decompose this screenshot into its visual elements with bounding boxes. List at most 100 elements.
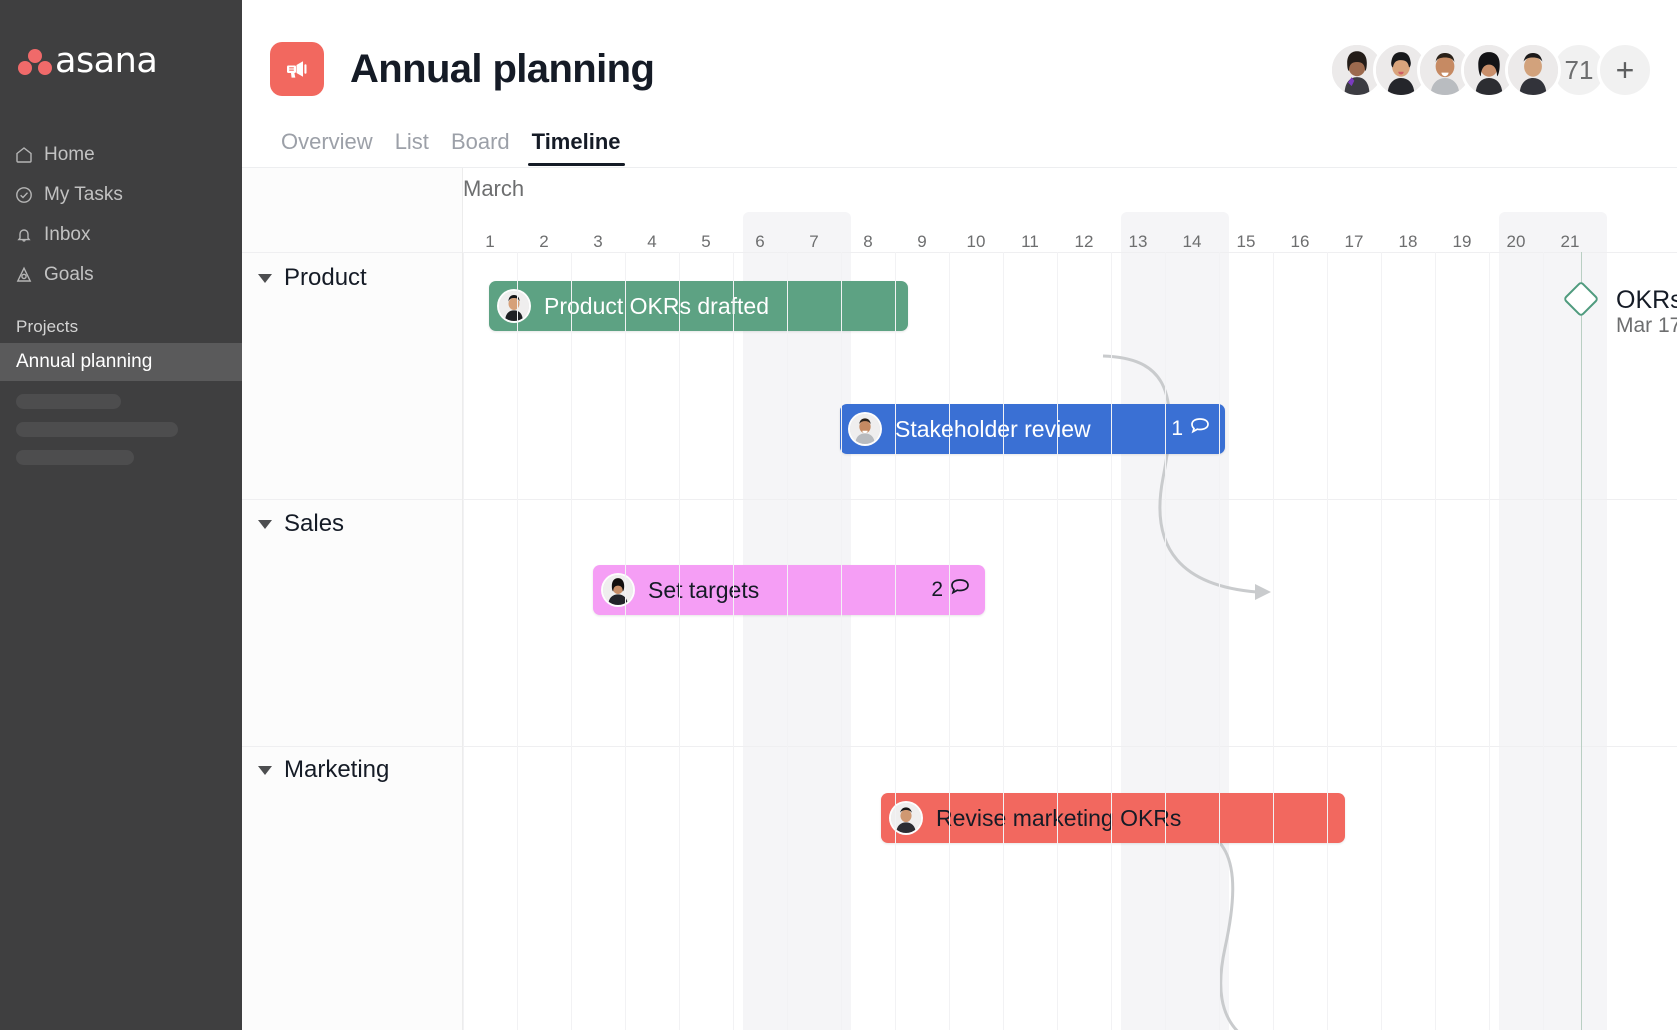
- task-bar-revise-marketing-okrs[interactable]: Revise marketing OKRs: [881, 793, 1345, 843]
- day-label-21: 21: [1543, 220, 1597, 252]
- asana-logo[interactable]: asana: [0, 0, 242, 79]
- day-label-4: 4: [625, 220, 679, 252]
- avatar[interactable]: [1505, 42, 1561, 98]
- grid-line-1: [463, 252, 464, 1030]
- task-bar-product-okrs-drafted[interactable]: Product OKRs drafted: [489, 281, 908, 331]
- chevron-down-icon: [258, 766, 272, 775]
- task-bar-stakeholder-review[interactable]: Stakeholder review 1: [840, 404, 1225, 454]
- project-header: Annual planning: [242, 0, 1677, 120]
- sidebar-item-my-tasks[interactable]: My Tasks: [0, 175, 242, 215]
- tab-timeline[interactable]: Timeline: [521, 129, 632, 166]
- view-tabs-row: Overview List Board Timeline: [242, 120, 1677, 168]
- section-label: Product: [284, 264, 367, 292]
- comment-bubble-icon: [1189, 415, 1211, 443]
- sidebar-item-goals[interactable]: Goals: [0, 255, 242, 295]
- task-name: Set targets: [648, 577, 759, 604]
- timeline-view: Product Sales Marketing: [242, 168, 1677, 1030]
- task-assignee-avatar: [848, 412, 882, 446]
- milestone-label: OKRs due Mar 17: [1616, 286, 1677, 338]
- timeline-month-row: March: [463, 168, 1677, 220]
- grid-line-17: [1327, 252, 1328, 1030]
- sidebar-item-my-tasks-label: My Tasks: [44, 184, 123, 206]
- task-name: Stakeholder review: [895, 416, 1091, 443]
- page-title: Annual planning: [350, 47, 654, 92]
- milestone-diamond-icon: [1563, 281, 1600, 318]
- task-comment-count: 2: [931, 576, 971, 604]
- sidebar-projects-label: Projects: [0, 295, 242, 343]
- project-title-group: Annual planning: [270, 42, 654, 96]
- day-label-11: 11: [1003, 220, 1057, 252]
- weekend-shade-2-3: [743, 212, 851, 1030]
- day-label-3: 3: [571, 220, 625, 252]
- task-comment-count: 1: [1171, 415, 1211, 443]
- milestone-okrs-due[interactable]: OKRs due Mar 17: [1568, 286, 1677, 338]
- asana-logo-wordmark: asana: [55, 44, 157, 79]
- task-name: Revise marketing OKRs: [936, 805, 1181, 832]
- member-avatar-stack: 71 +: [1329, 42, 1653, 98]
- grid-line-2: [517, 252, 518, 1030]
- milestone-guide-line: [1581, 252, 1582, 1030]
- sidebar-item-home[interactable]: Home: [0, 135, 242, 175]
- month-label: March: [463, 176, 524, 202]
- tab-list[interactable]: List: [384, 129, 440, 166]
- task-bar-set-targets[interactable]: Set targets 2: [593, 565, 985, 615]
- grid-line-11: [1003, 252, 1004, 1030]
- timeline-row-labels: Product Sales Marketing: [242, 168, 463, 1030]
- day-label-13: 13: [1111, 220, 1165, 252]
- grid-line-21: [1543, 252, 1544, 1030]
- comment-count-value: 1: [1171, 417, 1183, 441]
- section-header-sales[interactable]: Sales: [258, 510, 344, 538]
- day-label-18: 18: [1381, 220, 1435, 252]
- grid-line-6: [733, 252, 734, 1030]
- grid-line-8: [841, 252, 842, 1030]
- section-header-product[interactable]: Product: [258, 264, 367, 292]
- day-label-6: 6: [733, 220, 787, 252]
- tab-overview[interactable]: Overview: [270, 129, 384, 166]
- milestone-title: OKRs due: [1616, 286, 1677, 314]
- sidebar-placeholder-3: [16, 450, 134, 465]
- day-label-9: 9: [895, 220, 949, 252]
- grid-line-20: [1489, 252, 1490, 1030]
- day-label-16: 16: [1273, 220, 1327, 252]
- task-assignee-avatar: [497, 289, 531, 323]
- grid-line-16: [1273, 252, 1274, 1030]
- sidebar-item-inbox[interactable]: Inbox: [0, 215, 242, 255]
- task-name: Product OKRs drafted: [544, 293, 769, 320]
- grid-line-4: [625, 252, 626, 1030]
- grid-line-12: [1057, 252, 1058, 1030]
- grid-line-13: [1111, 252, 1112, 1030]
- day-label-15: 15: [1219, 220, 1273, 252]
- megaphone-icon: [270, 42, 324, 96]
- day-label-19: 19: [1435, 220, 1489, 252]
- day-label-14: 14: [1165, 220, 1219, 252]
- sidebar-nav: Home My Tasks Inbox: [0, 135, 242, 295]
- grid-line-5: [679, 252, 680, 1030]
- section-header-marketing[interactable]: Marketing: [258, 756, 389, 784]
- check-circle-icon: [14, 185, 44, 205]
- day-label-10: 10: [949, 220, 1003, 252]
- sidebar-item-inbox-label: Inbox: [44, 224, 90, 246]
- sidebar-placeholder-2: [16, 422, 178, 437]
- add-member-button[interactable]: +: [1597, 42, 1653, 98]
- comment-bubble-icon: [949, 576, 971, 604]
- day-label-7: 7: [787, 220, 841, 252]
- asana-timeline-app: asana Home My Tasks: [0, 0, 1677, 1030]
- tab-board[interactable]: Board: [440, 129, 521, 166]
- sidebar: asana Home My Tasks: [0, 0, 242, 1030]
- main-panel: Annual planning: [242, 0, 1677, 1030]
- task-assignee-avatar: [601, 573, 635, 607]
- grid-line-15: [1219, 252, 1220, 1030]
- grid-line-3: [571, 252, 572, 1030]
- day-label-8: 8: [841, 220, 895, 252]
- grid-line-14: [1165, 252, 1166, 1030]
- chevron-down-icon: [258, 274, 272, 283]
- day-label-12: 12: [1057, 220, 1111, 252]
- chevron-down-icon: [258, 520, 272, 529]
- home-icon: [14, 145, 44, 165]
- timeline-grid[interactable]: March 123456789101112131415161718192021: [463, 168, 1677, 1030]
- sidebar-placeholder-1: [16, 394, 121, 409]
- grid-line-10: [949, 252, 950, 1030]
- grid-line-18: [1381, 252, 1382, 1030]
- comment-count-value: 2: [931, 578, 943, 602]
- sidebar-item-annual-planning[interactable]: Annual planning: [0, 343, 242, 381]
